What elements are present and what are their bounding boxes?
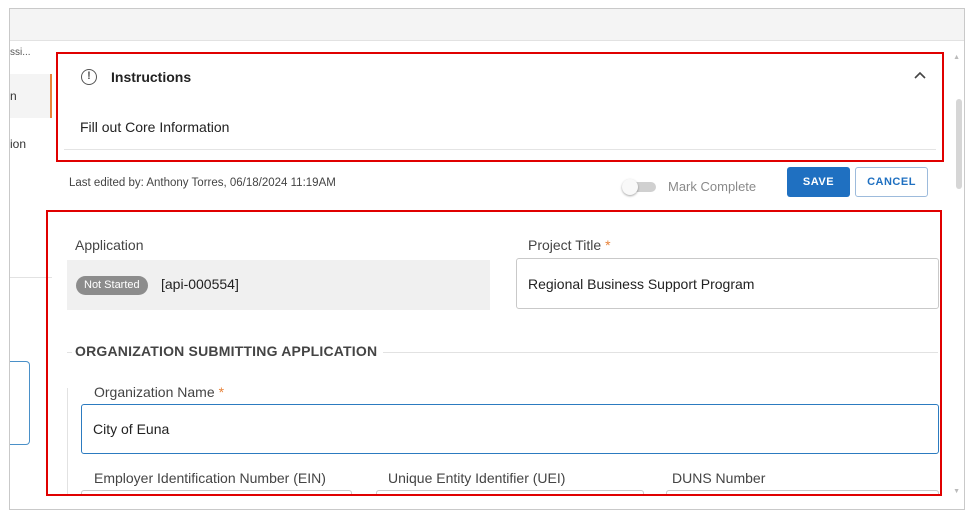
required-asterisk: * <box>605 237 611 253</box>
instructions-text: Fill out Core Information <box>80 119 230 135</box>
project-title-label: Project Title * <box>528 237 611 253</box>
mark-complete-toggle[interactable] <box>622 179 656 195</box>
alert-circle-icon: ! <box>81 69 97 85</box>
section-indent-line <box>67 388 68 494</box>
project-title-input[interactable]: Regional Business Support Program <box>516 258 939 309</box>
sidebar-item-3[interactable]: ion <box>10 137 26 151</box>
uei-input[interactable] <box>376 490 644 494</box>
application-id: [api-000554] <box>161 276 239 292</box>
organization-name-value: City of Euna <box>93 421 170 437</box>
last-edited-text: Last edited by: Anthony Torres, 06/18/20… <box>69 177 336 189</box>
cancel-button[interactable]: CANCEL <box>855 167 928 197</box>
sidebar-input-fragment[interactable] <box>10 361 30 445</box>
instructions-content: ! Instructions Fill out Core Information <box>64 58 936 150</box>
instructions-panel: ! Instructions Fill out Core Information <box>56 52 944 162</box>
mark-complete-label: Mark Complete <box>668 179 757 194</box>
sidebar-item-label: n <box>10 89 17 103</box>
organization-section-title: ORGANIZATION SUBMITTING APPLICATION <box>75 343 378 359</box>
save-button[interactable]: SAVE <box>787 167 850 197</box>
sidebar-item-2[interactable]: n <box>10 74 52 118</box>
scroll-down-arrow-icon[interactable]: ▼ <box>953 488 960 495</box>
duns-label: DUNS Number <box>672 470 766 486</box>
top-bar <box>10 9 964 41</box>
chevron-up-icon[interactable] <box>914 68 926 82</box>
duns-input[interactable] <box>666 490 939 494</box>
project-title-value: Regional Business Support Program <box>528 276 755 292</box>
ein-input[interactable] <box>81 490 352 494</box>
section-divider-left <box>67 352 72 353</box>
organization-name-label: Organization Name * <box>94 384 224 400</box>
core-information-form: Application Not Started [api-000554] Pro… <box>46 210 942 496</box>
status-badge: Not Started <box>76 276 148 295</box>
uei-label: Unique Entity Identifier (UEI) <box>388 470 566 486</box>
required-asterisk: * <box>218 384 225 400</box>
organization-name-label-text: Organization Name <box>94 384 215 400</box>
organization-name-input[interactable]: City of Euna <box>81 404 939 454</box>
toggle-knob <box>622 179 638 195</box>
instructions-title: Instructions <box>111 69 192 85</box>
application-label: Application <box>75 237 144 253</box>
section-divider <box>383 352 938 353</box>
ein-label: Employer Identification Number (EIN) <box>94 470 326 486</box>
project-title-label-text: Project Title <box>528 237 602 253</box>
application-field: Not Started [api-000554] <box>67 260 490 310</box>
sidebar-item-1[interactable]: ssi... <box>10 47 31 58</box>
scroll-up-arrow-icon[interactable]: ▲ <box>953 54 960 61</box>
scrollbar-thumb[interactable] <box>956 99 962 189</box>
